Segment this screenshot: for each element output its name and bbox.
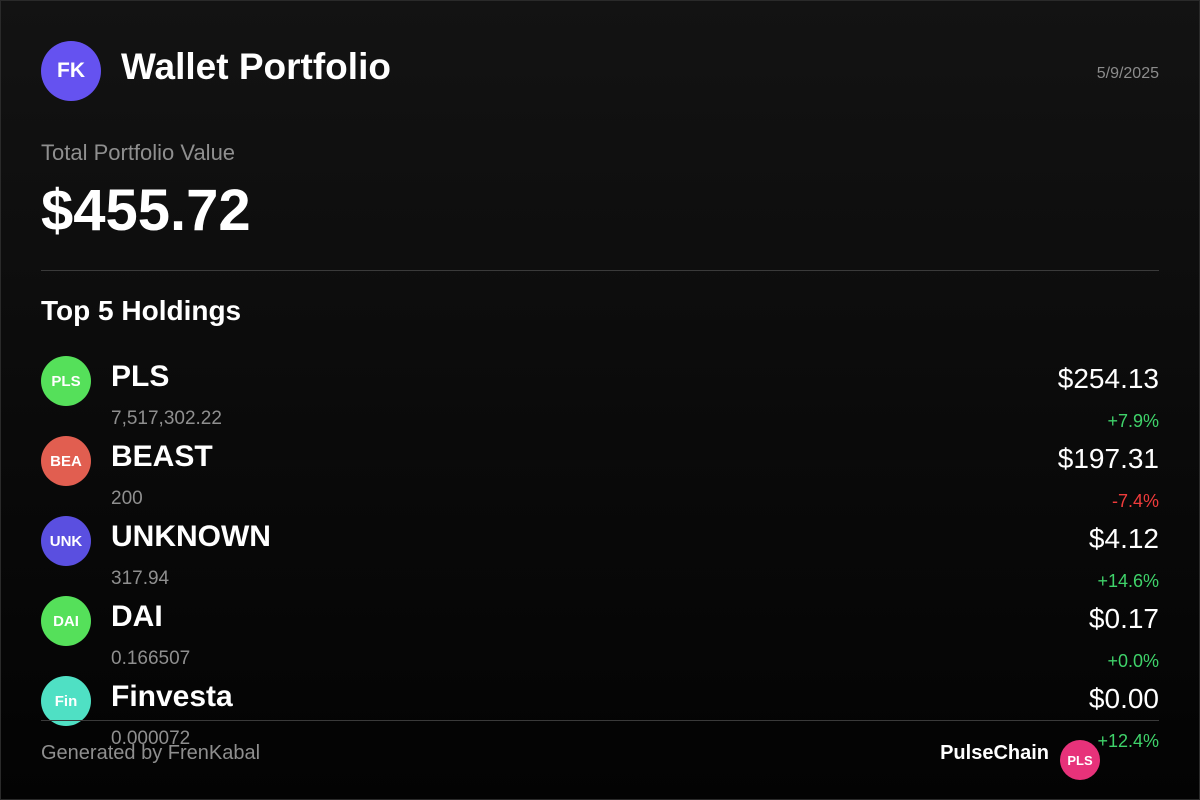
holding-row: UNK UNKNOWN 317.94 $4.12 +14.6%	[41, 516, 1159, 596]
user-avatar: FK	[41, 41, 101, 101]
holding-row: BEA BEAST 200 $197.31 -7.4%	[41, 436, 1159, 516]
chain-name: PulseChain	[940, 742, 1049, 764]
holding-row: PLS PLS 7,517,302.22 $254.13 +7.9%	[41, 356, 1159, 436]
page-title: Wallet Portfolio	[121, 46, 391, 87]
token-name: PLS	[111, 360, 170, 393]
report-date: 5/9/2025	[1096, 65, 1159, 82]
holding-row: DAI DAI 0.166507 $0.17 +0.0%	[41, 596, 1159, 676]
token-value: $197.31	[1057, 443, 1159, 474]
token-value: $0.17	[1088, 603, 1159, 634]
token-amount: 7,517,302.22	[111, 408, 222, 429]
token-value: $254.13	[1057, 363, 1159, 394]
token-name: UNKNOWN	[111, 520, 271, 553]
holdings-heading: Top 5 Holdings	[41, 295, 242, 326]
token-amount: 200	[111, 488, 143, 509]
token-change: +7.9%	[1107, 411, 1159, 431]
token-name: DAI	[111, 600, 163, 633]
token-change: +14.6%	[1097, 571, 1159, 591]
portfolio-card: FK Wallet Portfolio 5/9/2025 Total Portf…	[0, 0, 1200, 800]
divider	[41, 270, 1159, 271]
token-icon-pls: PLS	[41, 356, 91, 406]
token-icon-finvesta: Fin	[41, 676, 91, 726]
token-value: $0.00	[1088, 683, 1159, 714]
generated-by-text: Generated by FrenKabal	[41, 742, 261, 764]
token-icon-unknown: UNK	[41, 516, 91, 566]
footer-divider	[41, 720, 1159, 721]
token-change: -7.4%	[1111, 491, 1159, 511]
token-value: $4.12	[1088, 523, 1159, 554]
chain-badge-icon: PLS	[1060, 740, 1100, 780]
token-name: Finvesta	[111, 680, 233, 713]
token-change: +12.4%	[1097, 731, 1159, 751]
token-amount: 317.94	[111, 568, 170, 589]
total-value-amount: $455.72	[41, 178, 251, 243]
token-icon-beast: BEA	[41, 436, 91, 486]
total-value-label: Total Portfolio Value	[41, 140, 236, 165]
token-change: +0.0%	[1107, 651, 1159, 671]
token-amount: 0.166507	[111, 648, 191, 669]
token-icon-dai: DAI	[41, 596, 91, 646]
token-name: BEAST	[111, 440, 213, 473]
